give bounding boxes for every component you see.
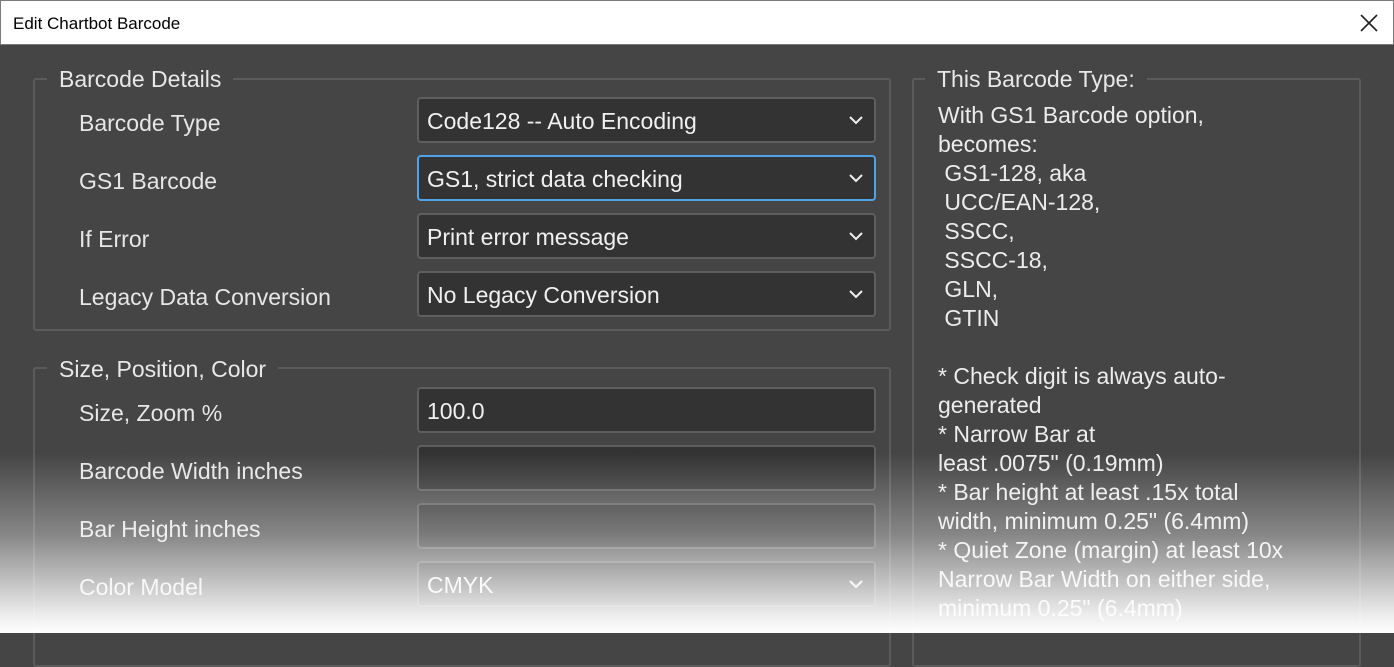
barcode-info-legend: This Barcode Type: xyxy=(925,66,1147,92)
barcode-type-label: Barcode Type xyxy=(79,110,221,136)
if-error-select[interactable]: Print error message xyxy=(417,213,876,259)
chevron-down-icon xyxy=(849,174,863,183)
title-bar: Edit Chartbot Barcode xyxy=(0,0,1394,45)
window-title: Edit Chartbot Barcode xyxy=(13,14,181,33)
barcode-type-value: Code128 -- Auto Encoding xyxy=(427,108,697,134)
gs1-barcode-value: GS1, strict data checking xyxy=(427,166,683,192)
if-error-value: Print error message xyxy=(427,224,629,250)
barcode-details-legend: Barcode Details xyxy=(47,66,234,92)
gs1-barcode-label: GS1 Barcode xyxy=(79,168,218,194)
color-model-select[interactable]: CMYK xyxy=(417,561,876,607)
zoom-input[interactable]: 100.0 xyxy=(417,387,876,433)
legacy-conversion-value: No Legacy Conversion xyxy=(427,282,660,308)
barcode-type-select[interactable]: Code128 -- Auto Encoding xyxy=(417,97,876,143)
close-button[interactable] xyxy=(1356,10,1382,36)
chevron-down-icon xyxy=(849,580,863,589)
chevron-down-icon xyxy=(849,116,863,125)
color-model-value: CMYK xyxy=(427,572,494,598)
barcode-info-text: With GS1 Barcode option, becomes: GS1-12… xyxy=(938,102,1284,621)
chevron-down-icon xyxy=(849,232,863,241)
size-position-color-legend: Size, Position, Color xyxy=(47,356,279,382)
legacy-conversion-label: Legacy Data Conversion xyxy=(79,284,331,310)
bar-height-input[interactable] xyxy=(417,503,876,549)
bar-height-label: Bar Height inches xyxy=(79,516,261,542)
barcode-width-label: Barcode Width inches xyxy=(79,458,303,484)
gs1-barcode-select[interactable]: GS1, strict data checking xyxy=(417,155,876,201)
chevron-down-icon xyxy=(849,290,863,299)
color-model-label: Color Model xyxy=(79,574,203,600)
zoom-value: 100.0 xyxy=(427,398,485,424)
close-icon xyxy=(1360,14,1378,32)
if-error-label: If Error xyxy=(79,226,150,252)
zoom-label: Size, Zoom % xyxy=(79,400,223,426)
legacy-conversion-select[interactable]: No Legacy Conversion xyxy=(417,271,876,317)
barcode-width-input[interactable] xyxy=(417,445,876,491)
